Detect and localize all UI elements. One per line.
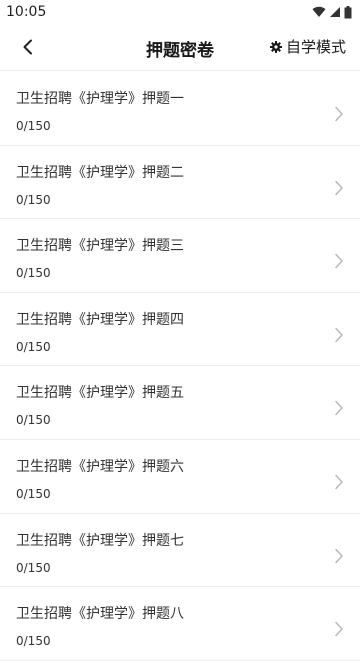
- nav-bar: 押题密卷 自学模式: [0, 24, 360, 71]
- list-item[interactable]: 卫生招聘《护理学》押题四 0/150: [0, 293, 360, 367]
- gear-icon: [269, 40, 282, 53]
- signal-icon: [330, 7, 340, 17]
- status-icons: [312, 5, 352, 19]
- chevron-right-icon: [335, 253, 343, 269]
- item-title: 卫生招聘《护理学》押题七: [16, 532, 184, 549]
- battery-icon: [344, 5, 352, 18]
- chevron-right-icon: [335, 474, 343, 490]
- chevron-right-icon: [335, 327, 343, 343]
- chevron-right-icon: [335, 548, 343, 563]
- wifi-icon: [312, 6, 326, 18]
- chevron-right-icon: [335, 180, 343, 195]
- item-title: 卫生招聘《护理学》押题六: [16, 458, 184, 475]
- item-progress: 0/150: [16, 560, 51, 575]
- chevron-right-icon: [335, 401, 343, 416]
- item-progress: 0/150: [16, 192, 51, 207]
- item-progress: 0/150: [16, 413, 51, 428]
- item-title: 卫生招聘《护理学》押题八: [16, 606, 184, 623]
- item-progress: 0/150: [16, 486, 51, 501]
- self-study-mode-button[interactable]: 自学模式: [269, 36, 346, 57]
- list-item[interactable]: 卫生招聘《护理学》押题六 0/150: [0, 440, 360, 514]
- item-title: 卫生招聘《护理学》押题三: [16, 238, 184, 255]
- exam-list: 卫生招聘《护理学》押题一 0/150 卫生招聘《护理学》押题二 0/150 卫生…: [0, 72, 360, 661]
- list-item[interactable]: 卫生招聘《护理学》押题七 0/150: [0, 514, 360, 588]
- mode-label: 自学模式: [285, 38, 346, 56]
- item-progress: 0/150: [16, 634, 51, 649]
- list-item[interactable]: 卫生招聘《护理学》押题五 0/150: [0, 366, 360, 440]
- list-item[interactable]: 卫生招聘《护理学》押题二 0/150: [0, 146, 360, 220]
- item-progress: 0/150: [16, 339, 51, 354]
- list-item[interactable]: 卫生招聘《护理学》押题八 0/150: [0, 587, 360, 661]
- item-title: 卫生招聘《护理学》押题五: [16, 385, 184, 402]
- item-progress: 0/150: [16, 266, 51, 281]
- list-item[interactable]: 卫生招聘《护理学》押题三 0/150: [0, 219, 360, 293]
- status-time: 10:05: [6, 4, 47, 20]
- chevron-right-icon: [335, 106, 343, 122]
- item-title: 卫生招聘《护理学》押题二: [16, 164, 184, 181]
- item-title: 卫生招聘《护理学》押题一: [16, 91, 184, 107]
- item-title: 卫生招聘《护理学》押题四: [16, 311, 184, 328]
- item-progress: 0/150: [16, 119, 51, 133]
- chevron-right-icon: [335, 621, 343, 637]
- status-bar: 10:05: [0, 0, 360, 24]
- list-item[interactable]: 卫生招聘《护理学》押题一 0/150: [0, 72, 360, 146]
